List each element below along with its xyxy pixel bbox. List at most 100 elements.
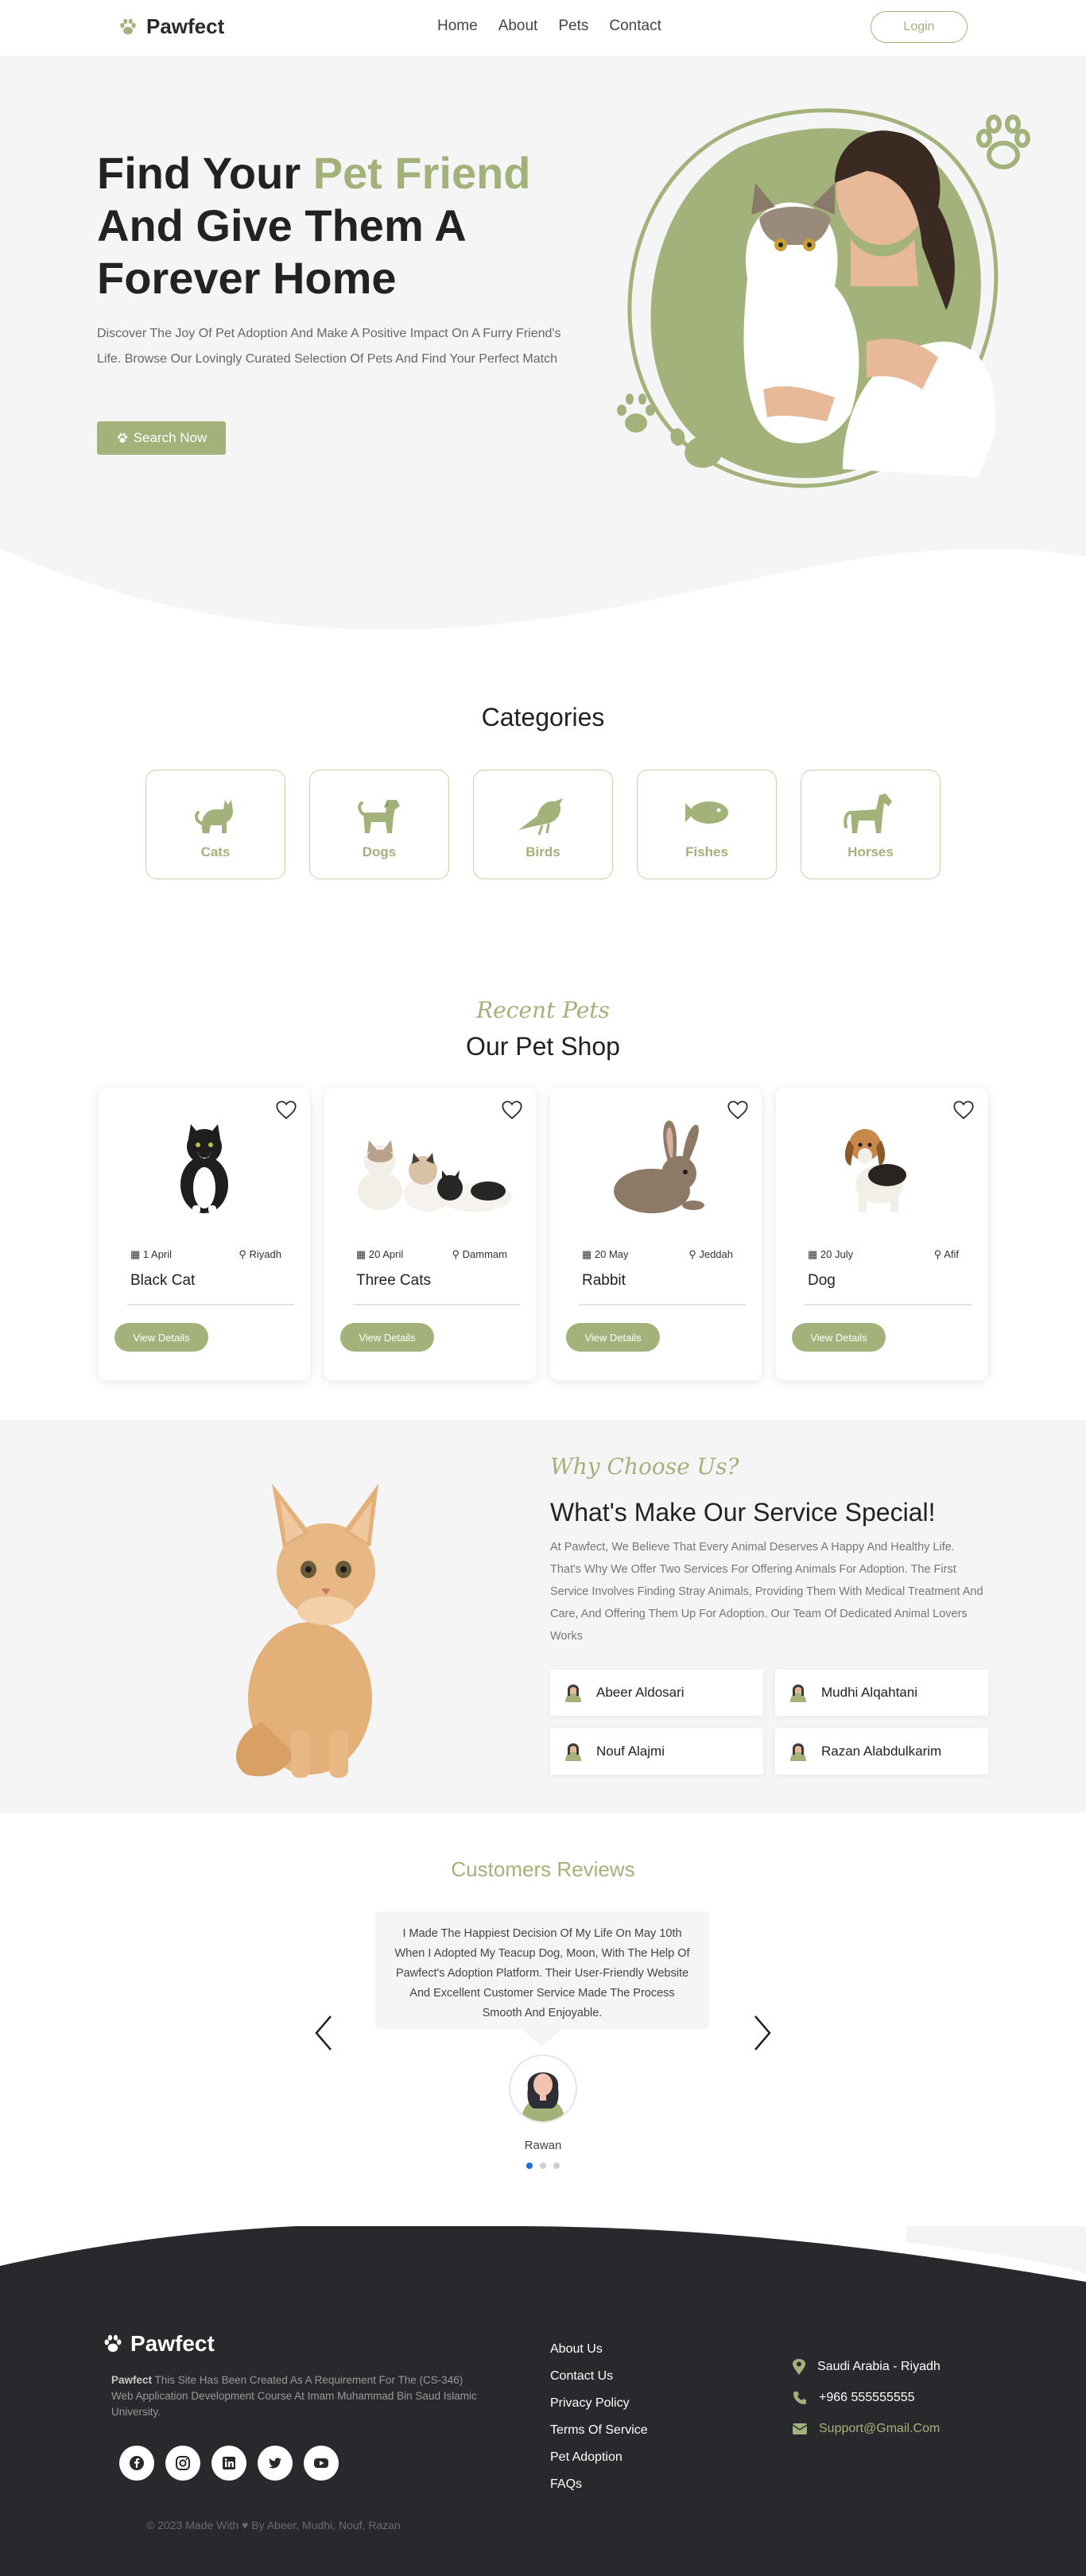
footer-link-faqs[interactable]: FAQs xyxy=(550,2477,582,2492)
hero-heading-accent: Pet Friend xyxy=(312,148,531,198)
category-label: Dogs xyxy=(362,844,397,859)
dog-image xyxy=(844,1129,906,1212)
category-birds[interactable]: Birds xyxy=(473,770,613,879)
search-now-button[interactable]: Search Now xyxy=(97,421,226,455)
footer-link-privacy-policy[interactable]: Privacy Policy xyxy=(550,2396,630,2411)
team-member-name: Abeer Aldosari xyxy=(596,1685,685,1700)
paw-icon xyxy=(120,18,136,34)
linkedin-icon[interactable] xyxy=(211,2446,246,2481)
footer-brand[interactable]: Pawfect xyxy=(102,2331,215,2357)
category-horses[interactable]: Horses xyxy=(801,770,941,879)
pet-city-text: Dammam xyxy=(462,1248,507,1260)
footer-link-pet-adoption[interactable]: Pet Adoption xyxy=(550,2450,623,2465)
footer-phone[interactable]: +966 555555555 xyxy=(792,2390,915,2406)
team-member: Mudhi Alqahtani xyxy=(775,1670,988,1716)
category-label: Birds xyxy=(526,844,560,859)
pet-location: ⚲ Afif xyxy=(934,1248,959,1261)
pet-city-text: Jeddah xyxy=(699,1248,733,1260)
footer-location-text: Saudi Arabia - Riyadh xyxy=(817,2360,941,2373)
pet-date-text: 20 July xyxy=(820,1248,854,1260)
pet-card: ▦ 20 April ⚲ Dammam Three Cats View Deta… xyxy=(324,1088,536,1380)
facebook-glyph xyxy=(130,2456,144,2470)
carousel-dot-active[interactable] xyxy=(526,2163,533,2169)
categories-title: Categories xyxy=(481,703,605,731)
hero-wave-divider xyxy=(0,549,1086,644)
nav-link-pets[interactable]: Pets xyxy=(558,17,588,35)
woman-avatar-icon xyxy=(565,1743,581,1761)
category-cats[interactable]: Cats xyxy=(145,770,285,879)
view-details-button[interactable]: View Details xyxy=(792,1323,886,1352)
instagram-glyph xyxy=(176,2456,190,2470)
team-member-name: Mudhi Alqahtani xyxy=(821,1685,917,1700)
nav-link-home[interactable]: Home xyxy=(437,17,478,35)
pet-location: ⚲ Riyadh xyxy=(239,1248,281,1261)
footer-wave xyxy=(0,2226,1086,2322)
paw-icon xyxy=(104,2334,122,2353)
pet-date-text: 20 May xyxy=(594,1248,629,1260)
chevron-right-icon[interactable] xyxy=(746,2013,778,2053)
footer-link-contact-us[interactable]: Contact Us xyxy=(550,2369,613,2384)
nav-link-contact[interactable]: Contact xyxy=(609,17,661,35)
calendar-icon: ▦ xyxy=(356,1248,369,1260)
view-details-button[interactable]: View Details xyxy=(340,1323,434,1352)
footer-email-text: Support@Gmail.Com xyxy=(819,2422,941,2435)
twitter-icon[interactable] xyxy=(258,2446,293,2481)
pet-meta: ▦ 20 July ⚲ Afif xyxy=(808,1248,959,1261)
category-fishes[interactable]: Fishes xyxy=(637,770,777,879)
pet-date: ▦ 20 May xyxy=(582,1248,629,1261)
divider xyxy=(805,1304,972,1305)
hero-heading: Find Your Pet Friend And Give Them A For… xyxy=(97,147,590,305)
woman-avatar-icon xyxy=(790,1743,806,1761)
pet-city-text: Riyadh xyxy=(249,1248,281,1260)
location-pin-icon: ⚲ xyxy=(239,1248,250,1260)
calendar-icon: ▦ xyxy=(582,1248,595,1260)
orange-kitten-image xyxy=(235,1484,378,1778)
carousel-dot[interactable] xyxy=(553,2163,560,2169)
cat-icon xyxy=(195,800,233,833)
footer-location: Saudi Arabia - Riyadh xyxy=(792,2358,941,2376)
pet-city-text: Afif xyxy=(944,1248,959,1260)
view-details-button[interactable]: View Details xyxy=(566,1323,660,1352)
pet-card: ▦ 20 July ⚲ Afif Dog View Details xyxy=(776,1088,987,1380)
dog-icon xyxy=(358,800,400,833)
footer-email[interactable]: Support@Gmail.Com xyxy=(792,2422,940,2436)
phone-icon xyxy=(793,2392,806,2404)
why-description: At Pawfect, We Believe That Every Animal… xyxy=(550,1541,983,1643)
youtube-icon[interactable] xyxy=(304,2446,339,2481)
pet-name: Three Cats xyxy=(356,1272,431,1289)
login-button[interactable]: Login xyxy=(871,11,968,43)
pet-meta: ▦ 20 May ⚲ Jeddah xyxy=(582,1248,733,1261)
footer-link-terms[interactable]: Terms Of Service xyxy=(550,2423,648,2438)
pet-location: ⚲ Jeddah xyxy=(688,1248,733,1261)
why-title: What's Make Our Service Special! xyxy=(550,1498,936,1527)
pet-name: Dog xyxy=(808,1272,836,1289)
footer-link-about-us[interactable]: About Us xyxy=(550,2342,603,2357)
divider xyxy=(127,1304,294,1305)
pet-card: ▦ 20 May ⚲ Jeddah Rabbit View Details xyxy=(550,1088,762,1380)
pet-card: ▦ 1 April ⚲ Riyadh Black Cat View Detail… xyxy=(99,1088,310,1380)
copyright: © 2023 Made With ♥ By Abeer, Mudhi, Nouf… xyxy=(146,2519,401,2531)
chevron-left-icon[interactable] xyxy=(308,2013,340,2053)
category-dogs[interactable]: Dogs xyxy=(309,770,449,879)
view-details-button[interactable]: View Details xyxy=(114,1323,208,1352)
pet-date: ▦ 1 April xyxy=(130,1248,172,1261)
instagram-icon[interactable] xyxy=(165,2446,200,2481)
envelope-icon xyxy=(792,2423,808,2434)
woman-avatar-icon xyxy=(565,1684,581,1702)
black-cat-image xyxy=(180,1124,228,1213)
location-pin-icon: ⚲ xyxy=(933,1248,944,1260)
hero-image xyxy=(617,108,1030,488)
location-pin-icon xyxy=(793,2359,805,2375)
facebook-icon[interactable] xyxy=(119,2446,154,2481)
carousel-dot[interactable] xyxy=(540,2163,546,2169)
footer-phone-text: +966 555555555 xyxy=(819,2391,915,2404)
hero-description: Discover The Joy Of Pet Adoption And Mak… xyxy=(97,327,561,366)
reviewer-avatar xyxy=(509,2054,577,2123)
reviews-title: Customers Reviews xyxy=(451,1857,635,1881)
reviewer-name: Rawan xyxy=(524,2139,562,2152)
team-member: Nouf Alajmi xyxy=(550,1728,763,1775)
rabbit-image xyxy=(614,1120,704,1213)
location-pin-icon: ⚲ xyxy=(688,1248,700,1260)
nav-link-about[interactable]: About xyxy=(498,17,538,35)
brand-logo[interactable]: Pawfect xyxy=(118,14,224,39)
